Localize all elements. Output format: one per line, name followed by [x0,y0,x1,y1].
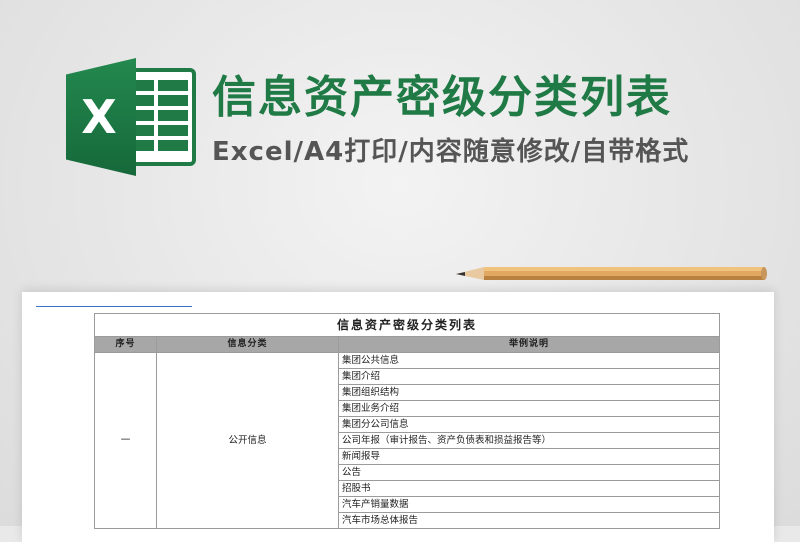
example-cell: 汽车产销量数据 [337,496,721,513]
column-header-examples: 举例说明 [337,336,721,353]
page-title: 信息资产密级分类列表 [212,72,672,123]
table-row: 一 公开信息 集团公共信息 [94,352,721,529]
blue-rule-line [36,306,192,307]
example-cell: 集团组织结构 [337,384,721,401]
page-subtitle: Excel/A4打印/内容随意修改/自带格式 [212,137,690,167]
category-cell: 公开信息 [156,352,339,529]
column-header-index: 序号 [94,336,157,353]
example-cell: 集团业务介绍 [337,400,721,417]
row-index-cell: 一 [94,352,157,529]
example-cell: 集团公共信息 [337,352,721,369]
column-header-category: 信息分类 [156,336,339,353]
example-cell: 新闻报导 [337,448,721,465]
excel-logo-icon: X [66,58,198,176]
example-cell: 集团介绍 [337,368,721,385]
example-cell: 公司年报（审计报告、资产负债表和损益报告等） [337,432,721,449]
logo-letter: X [81,90,117,144]
example-cell: 汽车市场总体报告 [337,512,721,529]
asset-classification-table: 信息资产密级分类列表 序号 信息分类 举例说明 一 公开信息 集团公共信息 集团… [93,313,721,529]
example-cell: 集团分公司信息 [337,416,721,433]
example-cell: 招股书 [337,480,721,497]
pencil-icon [456,267,767,280]
example-cell: 公告 [337,464,721,481]
spreadsheet-paper: 信息资产密级分类列表 序号 信息分类 举例说明 一 公开信息 集团公共信息 集团… [22,292,774,542]
sheet-title: 信息资产密级分类列表 [93,313,721,337]
